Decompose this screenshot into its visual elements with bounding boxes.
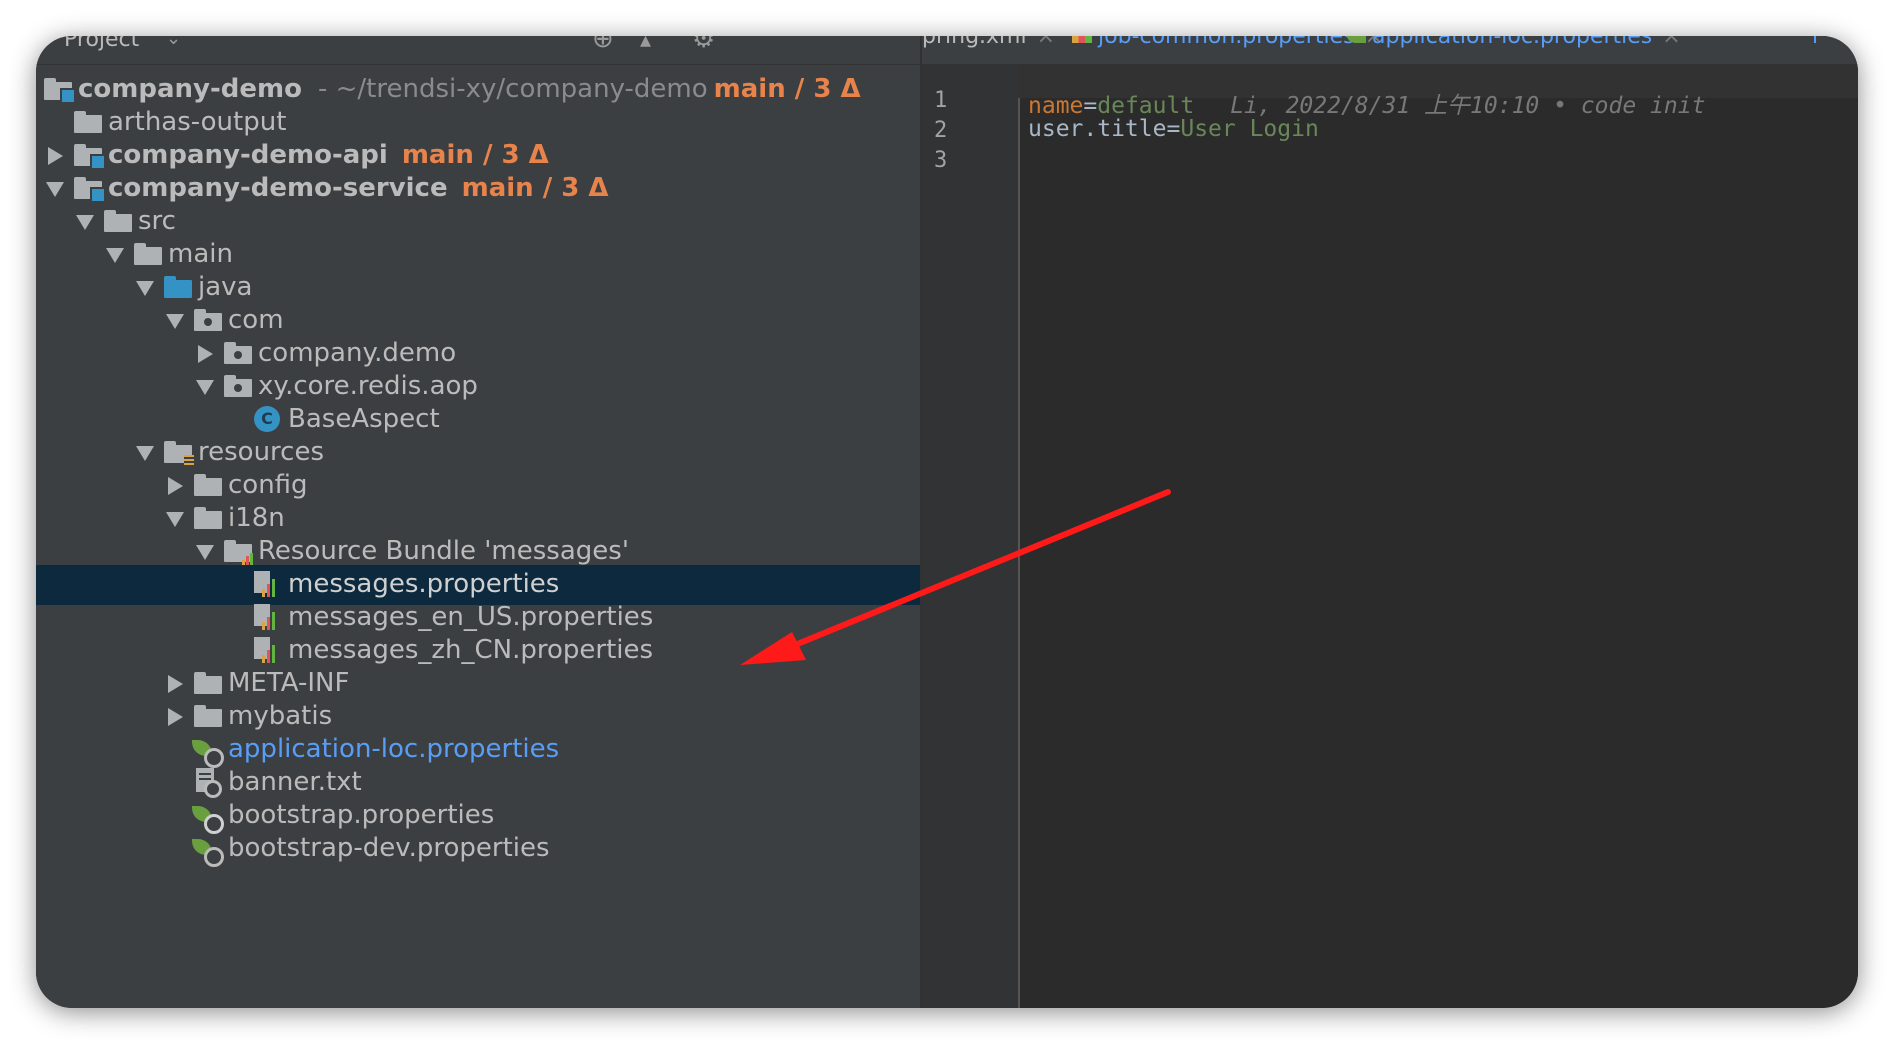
git-branch-badge: main / 3 Δ <box>401 140 549 170</box>
spring-config-icon <box>1346 36 1366 43</box>
collapse-arrow-icon[interactable] <box>46 182 64 197</box>
folder-icon <box>194 507 222 529</box>
ide-window: Project ⌄ ⊕ ▴ ⚙ company-demo - ~/trendsi-… <box>36 36 1858 1008</box>
line-number: 3 <box>934 148 948 173</box>
project-path: - ~/trendsi-xy/company-demo <box>317 74 708 104</box>
spring-config-icon <box>192 835 224 867</box>
package-icon <box>194 309 222 331</box>
tree-item-label: Resource Bundle 'messages' <box>258 536 629 566</box>
properties-file-icon <box>1072 36 1092 43</box>
code-line-1[interactable]: name=default Li, 2022/8/31 上午10:10 • code… <box>1028 86 1705 120</box>
expand-arrow-icon[interactable] <box>168 708 183 726</box>
gear-icon[interactable]: ⚙ <box>692 36 715 54</box>
folder-icon <box>104 210 132 232</box>
tree-item-label: resources <box>198 437 325 467</box>
folder-icon <box>74 111 102 133</box>
tree-item-label: main <box>168 239 233 269</box>
git-branch-badge: main / 3 Δ <box>713 74 861 104</box>
folder-icon <box>134 243 162 265</box>
editor-pane: pring.xml × job-common.properties × applic… <box>922 36 1858 1008</box>
tree-item-label: messages.properties <box>288 569 560 599</box>
folder-icon <box>194 705 222 727</box>
text-file-icon <box>194 768 222 798</box>
collapse-arrow-icon[interactable] <box>136 281 154 296</box>
module-folder-icon <box>74 144 106 170</box>
tree-item-label: META-INF <box>228 668 350 698</box>
tree-item-label: BaseAspect <box>288 404 440 434</box>
property-key: user.title <box>1028 116 1167 142</box>
tree-item-label: bootstrap-dev.properties <box>228 833 550 863</box>
project-panel-header: Project ⌄ ⊕ ▴ ⚙ <box>36 36 922 65</box>
tree-item-label: xy.core.redis.aop <box>258 371 478 401</box>
resources-folder-icon <box>164 441 194 467</box>
expand-arrow-icon[interactable] <box>168 675 183 693</box>
tree-item-label: arthas-output <box>108 107 287 137</box>
tree-item-label: config <box>228 470 308 500</box>
tab-job-common-properties[interactable]: job-common.properties × <box>1072 36 1383 49</box>
target-icon[interactable]: ⊕ <box>592 36 614 54</box>
tree-item-label: company-demo-api <box>108 140 388 170</box>
spring-config-icon <box>192 736 224 768</box>
line-number: 2 <box>934 118 948 143</box>
collapse-icon[interactable]: ▴ <box>640 36 651 53</box>
tree-item-label: mybatis <box>228 701 333 731</box>
package-icon <box>224 375 252 397</box>
module-folder-icon <box>74 177 106 203</box>
collapse-arrow-icon[interactable] <box>106 248 124 263</box>
expand-arrow-icon[interactable] <box>48 147 63 165</box>
collapse-arrow-icon[interactable] <box>166 512 184 527</box>
tree-item-label: company.demo <box>258 338 457 368</box>
tree-item-bootstrap-dev-properties[interactable]: bootstrap-dev.properties <box>36 829 922 869</box>
tree-item-label: company-demo-service <box>108 173 448 203</box>
tree-item-label: company-demo <box>78 74 302 104</box>
module-folder-icon <box>44 78 76 104</box>
expand-arrow-icon[interactable] <box>168 477 183 495</box>
code-line-2[interactable]: user.title=User Login <box>1028 116 1319 142</box>
properties-file-icon <box>254 635 280 665</box>
properties-file-icon <box>254 602 280 632</box>
collapse-arrow-icon[interactable] <box>76 215 94 230</box>
chevron-down-icon[interactable]: ⌄ <box>166 36 181 49</box>
property-separator: = <box>1166 116 1181 142</box>
package-icon <box>224 342 252 364</box>
project-panel-title[interactable]: Project <box>64 36 139 52</box>
spring-config-icon <box>192 802 224 834</box>
tree-item-label: java <box>198 272 253 302</box>
collapse-arrow-icon[interactable] <box>196 380 214 395</box>
tree-item-label: application-loc.properties <box>228 734 560 764</box>
git-branch-badge: main / 3 Δ <box>461 173 609 203</box>
folder-icon <box>194 474 222 496</box>
line-number: 1 <box>934 88 948 113</box>
properties-file-icon <box>254 569 280 599</box>
editor-tabs: pring.xml × job-common.properties × applic… <box>922 36 1858 64</box>
tab-overflow[interactable]: r <box>1812 36 1821 49</box>
source-folder-icon <box>164 276 192 298</box>
collapse-arrow-icon[interactable] <box>136 446 154 461</box>
tree-item-label: i18n <box>228 503 285 533</box>
folder-icon <box>194 672 222 694</box>
tab-spring-xml[interactable]: pring.xml × <box>922 36 1055 49</box>
collapse-arrow-icon[interactable] <box>166 314 184 329</box>
resource-bundle-icon <box>224 540 253 567</box>
java-class-icon: C <box>254 406 280 432</box>
expand-arrow-icon[interactable] <box>198 345 213 363</box>
tree-item-label: messages_zh_CN.properties <box>288 635 654 665</box>
tree-item-label: bootstrap.properties <box>228 800 495 830</box>
tree-item-label: banner.txt <box>228 767 362 797</box>
tree-item-label: com <box>228 305 284 335</box>
collapse-arrow-icon[interactable] <box>196 545 214 560</box>
line-number-gutter: 1 2 3 <box>922 64 1020 1008</box>
tree-item-label: messages_en_US.properties <box>288 602 654 632</box>
project-panel: Project ⌄ ⊕ ▴ ⚙ company-demo - ~/trendsi-… <box>36 36 922 1008</box>
close-icon[interactable]: × <box>1662 36 1680 49</box>
close-icon[interactable]: × <box>1037 36 1055 49</box>
tab-application-loc-properties[interactable]: application-loc.properties × <box>1346 36 1681 49</box>
tree-item-label: src <box>138 206 176 236</box>
property-value: User Login <box>1180 116 1319 142</box>
